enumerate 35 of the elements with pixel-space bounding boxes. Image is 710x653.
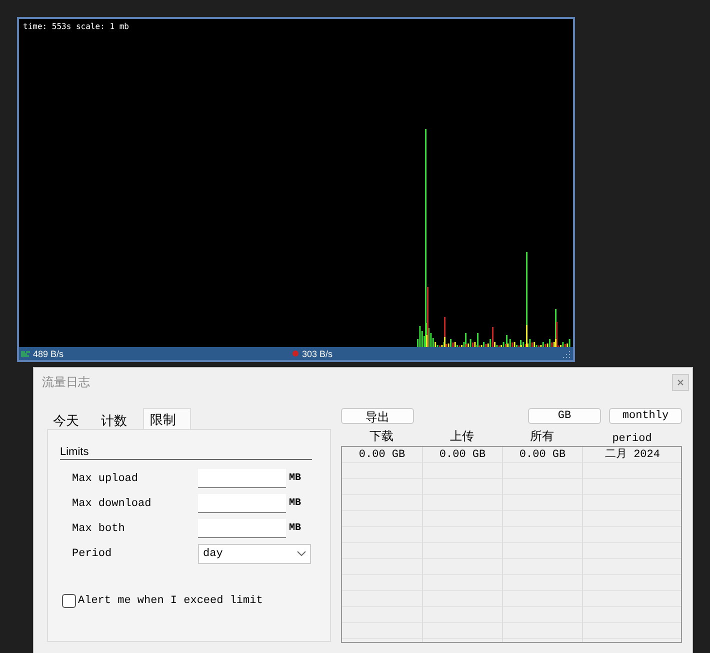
field-label: Max upload [71, 472, 140, 484]
unit-label: MB [289, 473, 302, 484]
input-field[interactable] [198, 469, 286, 488]
field-label: Period [71, 548, 113, 560]
table-cell: 二月 2024 [583, 447, 681, 463]
window-title: 流量日志 [42, 374, 90, 390]
column-header: period [611, 433, 653, 446]
field-label: Max both [71, 522, 126, 534]
table-cell: 0.00 GB [342, 447, 423, 463]
export-button[interactable]: 导出 [341, 408, 414, 424]
mode-button[interactable]: monthly [609, 408, 682, 424]
column-header: 下载 [368, 428, 394, 445]
unit-label: MB [289, 498, 302, 509]
field-label: Max download [71, 498, 152, 510]
table-cell: 0.00 GB [423, 447, 503, 463]
column-header: 上传 [449, 428, 475, 445]
unit-button[interactable]: GB [528, 408, 601, 424]
upload-rate: 303 B/s [302, 348, 333, 358]
checkbox[interactable] [62, 594, 76, 608]
unit-label: MB [289, 523, 302, 534]
graph-caption: time: 553s scale: 1 mb [23, 22, 129, 31]
download-icon [21, 350, 30, 356]
input-field[interactable] [198, 494, 286, 513]
group-heading: Limits [60, 446, 312, 460]
upload-icon [292, 350, 299, 357]
chevron-icon [297, 551, 306, 556]
close-icon[interactable] [672, 374, 689, 390]
tab[interactable]: 限制 [143, 408, 191, 429]
table-cell: 0.00 GB [503, 447, 583, 463]
download-rate: 489 B/s [33, 348, 64, 358]
resize-grip-icon[interactable] [563, 350, 571, 358]
period-dropdown[interactable]: day [198, 544, 311, 564]
column-header: 所有 [529, 428, 555, 445]
input-field[interactable] [198, 519, 286, 538]
checkbox-label: Alert me when I exceed limit [78, 595, 263, 607]
